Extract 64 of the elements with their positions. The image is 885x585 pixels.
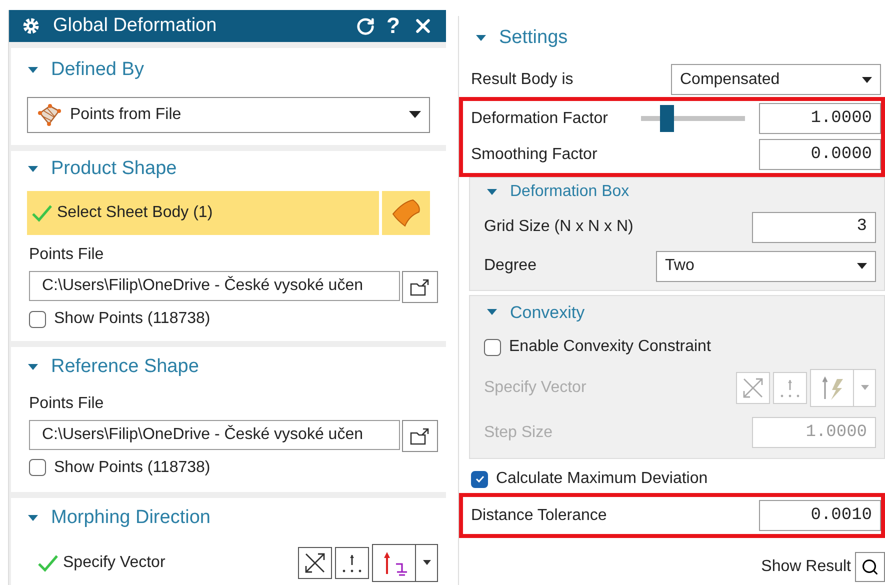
- degree-dropdown[interactable]: Two: [656, 250, 876, 282]
- result-body-dropdown[interactable]: Compensated: [671, 64, 881, 95]
- field-label: Result Body is: [471, 70, 574, 90]
- show-result-button[interactable]: [855, 552, 885, 582]
- folder-export-icon: [409, 426, 431, 444]
- field-label: Specify Vector: [484, 378, 588, 398]
- selection-row[interactable]: Select Sheet Body (1): [27, 191, 379, 235]
- slider-thumb[interactable]: [660, 105, 674, 132]
- check-icon: [31, 203, 53, 223]
- checkbox[interactable]: [471, 470, 488, 488]
- show-result-label: Show Result: [761, 557, 851, 577]
- caret-icon: [422, 560, 430, 566]
- inferred-vector-button[interactable]: [298, 547, 332, 579]
- field-label: Points File: [29, 394, 105, 414]
- field-label: Distance Tolerance: [471, 506, 608, 526]
- number-field[interactable]: 3: [752, 212, 876, 242]
- checkbox-label: Calculate Maximum Deviation: [496, 469, 708, 489]
- dropdown-arrow-icon: [862, 76, 872, 82]
- method-dropdown[interactable]: Points from File: [27, 96, 430, 132]
- selection-label: Select Sheet Body (1): [57, 203, 213, 223]
- reset-icon[interactable]: [356, 16, 375, 36]
- checkbox[interactable]: [484, 338, 501, 356]
- slider[interactable]: [641, 105, 745, 132]
- gear-icon: [21, 16, 41, 36]
- crossed-arrows-icon: [303, 551, 327, 575]
- number-field[interactable]: 1.0000: [759, 103, 881, 134]
- file-path-field[interactable]: C:\Users\Filip\OneDrive - České vysoké učen: [29, 420, 400, 450]
- field-label: Grid Size (N x N x N): [484, 217, 634, 237]
- browse-button[interactable]: [402, 420, 438, 452]
- check-icon: [474, 474, 484, 484]
- checkbox[interactable]: [29, 459, 46, 476]
- check-icon: [37, 553, 59, 573]
- section-title[interactable]: Morphing Direction: [51, 504, 210, 532]
- window-title: Global Deformation: [53, 14, 218, 38]
- section-title[interactable]: Deformation Box: [510, 180, 630, 204]
- search-icon: [861, 558, 879, 576]
- number-field[interactable]: 0.0000: [759, 139, 881, 170]
- section-title[interactable]: Convexity: [510, 300, 585, 325]
- field-label: Deformation Factor: [471, 108, 609, 128]
- checkbox-label: Enable Convexity Constraint: [509, 337, 711, 357]
- vector-label: Specify Vector: [63, 553, 166, 573]
- browse-button[interactable]: [402, 271, 438, 303]
- sheet-body-button[interactable]: [382, 191, 430, 235]
- field-label: Points File: [29, 245, 105, 265]
- folder-export-icon: [409, 278, 431, 296]
- section-title[interactable]: Product Shape: [51, 154, 177, 183]
- caret-icon: [860, 385, 868, 391]
- field-label: Step Size: [484, 422, 554, 442]
- field-label: Degree: [484, 256, 538, 276]
- number-field[interactable]: 0.0010: [759, 500, 881, 531]
- checkbox-label: Show Points (118738): [54, 458, 210, 478]
- dropdown-arrow-icon: [857, 263, 867, 269]
- dropdown-arrow-icon: [409, 111, 421, 118]
- point-vector-button[interactable]: [335, 547, 369, 579]
- field-label: Smoothing Factor: [471, 144, 598, 164]
- point-cloud-icon: [36, 102, 62, 126]
- crossed-arrows-icon: [741, 376, 765, 400]
- section-title[interactable]: Settings: [499, 24, 568, 52]
- checkbox[interactable]: [29, 310, 46, 328]
- section-title[interactable]: Reference Shape: [51, 353, 199, 382]
- help-button[interactable]: ?: [386, 15, 400, 37]
- file-path-field[interactable]: C:\Users\Filip\OneDrive - České vysoké učen: [29, 271, 400, 301]
- section-title[interactable]: Defined By: [51, 56, 144, 84]
- checkbox-label: Show Points (118738): [54, 309, 210, 329]
